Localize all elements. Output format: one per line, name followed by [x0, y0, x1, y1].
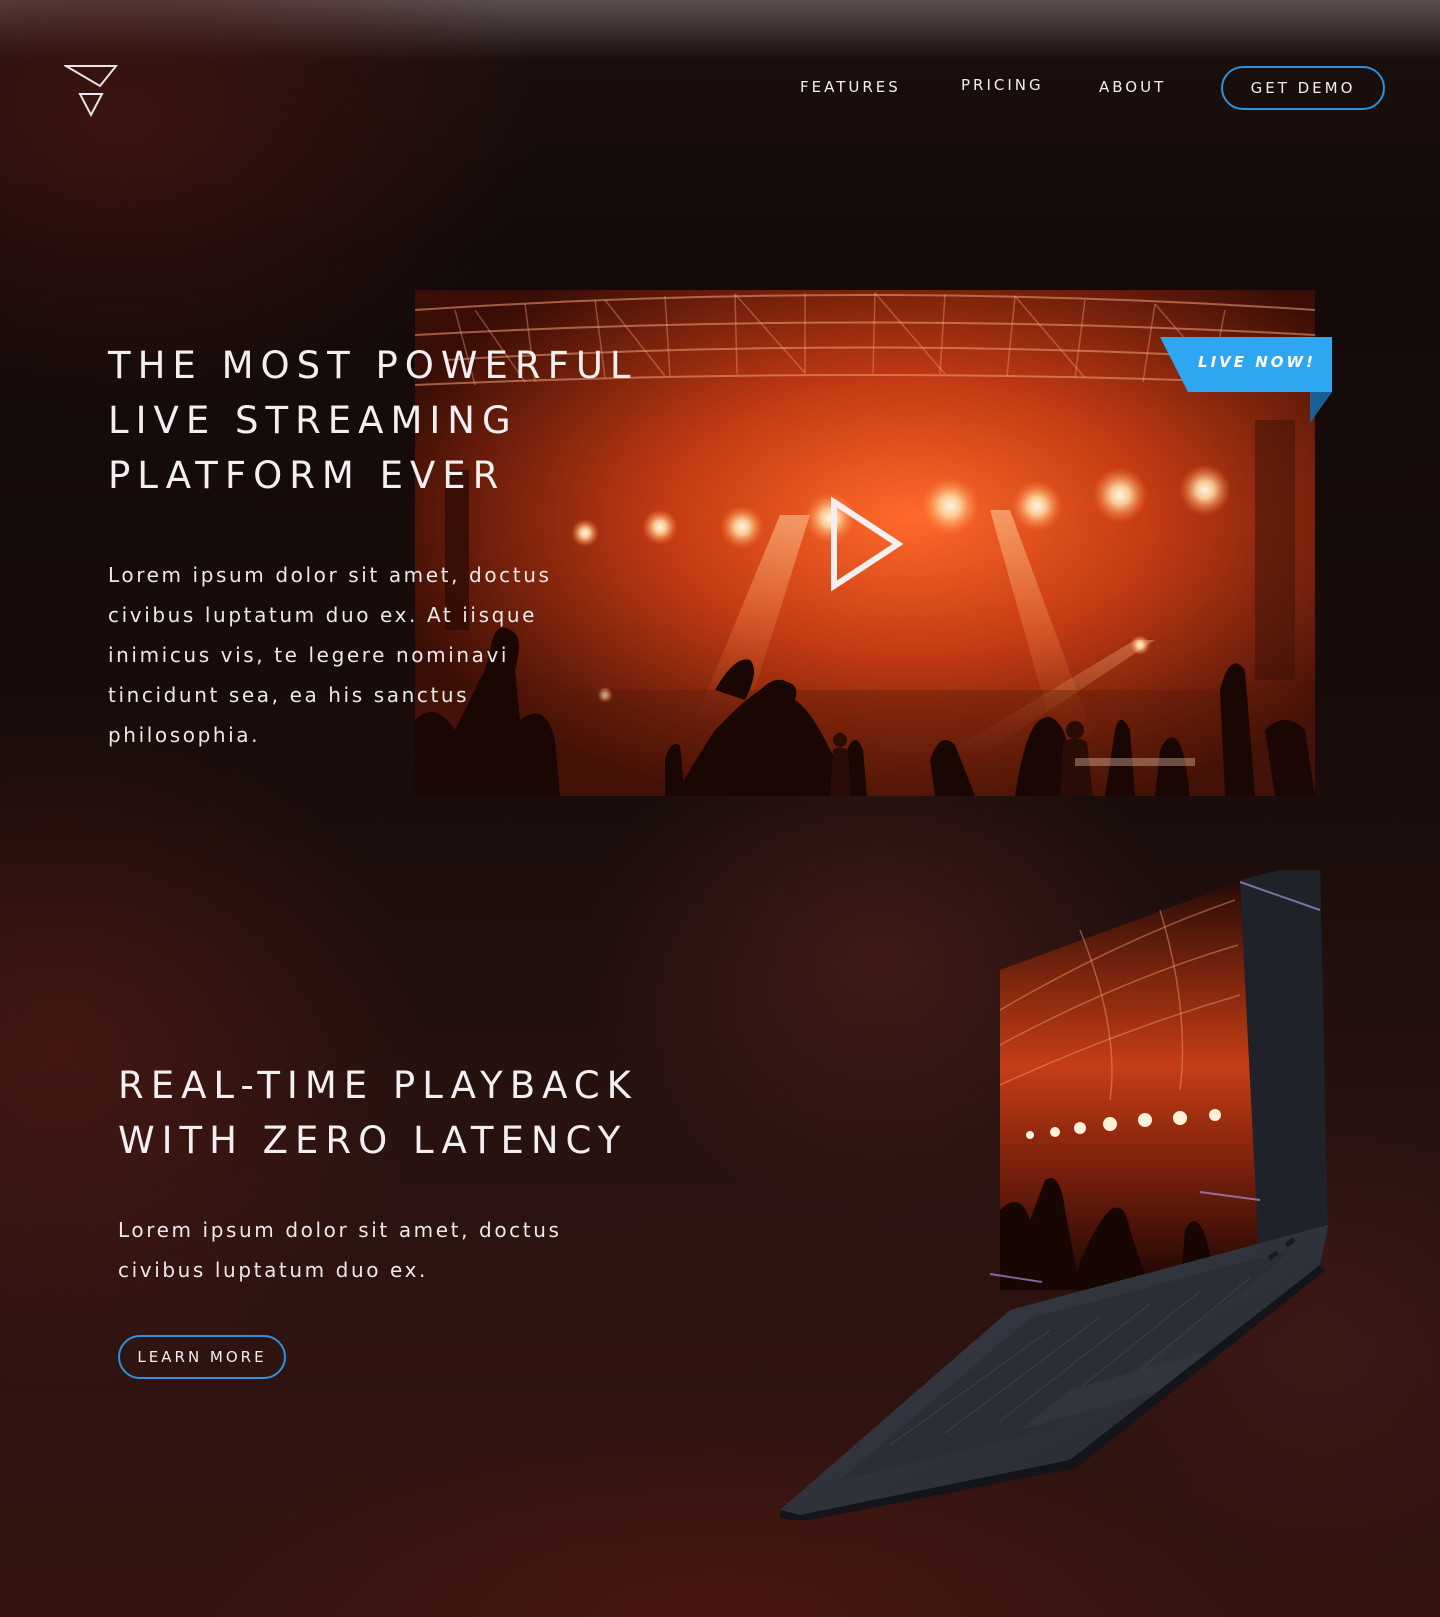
top-nav: FEATURES PRICING ABOUT GET DEMO	[0, 66, 1440, 110]
hero-title: THE MOST POWERFUL LIVE STREAMING PLATFOR…	[108, 344, 638, 497]
live-badge: LIVE NOW!	[1198, 353, 1316, 371]
nav-link-about[interactable]: ABOUT	[1099, 78, 1166, 96]
hero-description: Lorem ipsum dolor sit amet, doctus civib…	[108, 563, 552, 747]
feature-title: REAL-TIME PLAYBACK WITH ZERO LATENCY	[118, 1064, 638, 1162]
live-badge-ribbon	[1160, 337, 1332, 423]
nav-link-features[interactable]: FEATURES	[800, 78, 901, 96]
feature-description: Lorem ipsum dolor sit amet, doctus civib…	[118, 1218, 562, 1282]
nav-link-pricing[interactable]: PRICING	[961, 76, 1044, 94]
learn-more-button[interactable]: LEARN MORE	[118, 1335, 286, 1379]
laptop-mockup-image	[780, 870, 1328, 1520]
play-icon[interactable]	[828, 496, 904, 592]
get-demo-button[interactable]: GET DEMO	[1221, 66, 1385, 110]
